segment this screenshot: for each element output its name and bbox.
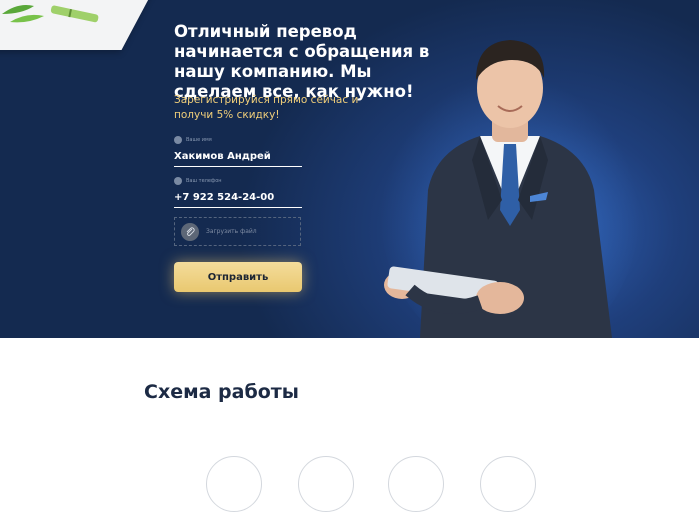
step-circle xyxy=(298,456,354,512)
businessman-photo xyxy=(380,40,640,338)
file-upload-button[interactable]: Загрузить файл xyxy=(174,217,301,246)
name-field[interactable]: Ваше имя Хакимов Андрей xyxy=(174,135,302,167)
work-scheme-title: Схема работы xyxy=(144,381,299,403)
phone-icon xyxy=(174,177,182,185)
phone-field-label: Ваш телефон xyxy=(186,178,222,184)
user-icon xyxy=(174,136,182,144)
bamboo-leaf-icon xyxy=(2,5,99,23)
hero-section: Отличный перевод начинается с обращения … xyxy=(0,0,699,338)
name-field-label: Ваше имя xyxy=(186,137,212,143)
name-input[interactable]: Хакимов Андрей xyxy=(174,145,302,167)
paperclip-icon xyxy=(181,222,199,241)
phone-field[interactable]: Ваш телефон +7 922 524-24-00 xyxy=(174,176,302,208)
step-circle xyxy=(480,456,536,512)
promo-text: Зарегистрируйся прямо сейчас и получи 5%… xyxy=(174,94,359,121)
step-circle xyxy=(388,456,444,512)
upload-label: Загрузить файл xyxy=(206,228,257,235)
submit-button[interactable]: Отправить xyxy=(174,262,302,292)
step-circle xyxy=(206,456,262,512)
phone-input[interactable]: +7 922 524-24-00 xyxy=(174,186,302,208)
